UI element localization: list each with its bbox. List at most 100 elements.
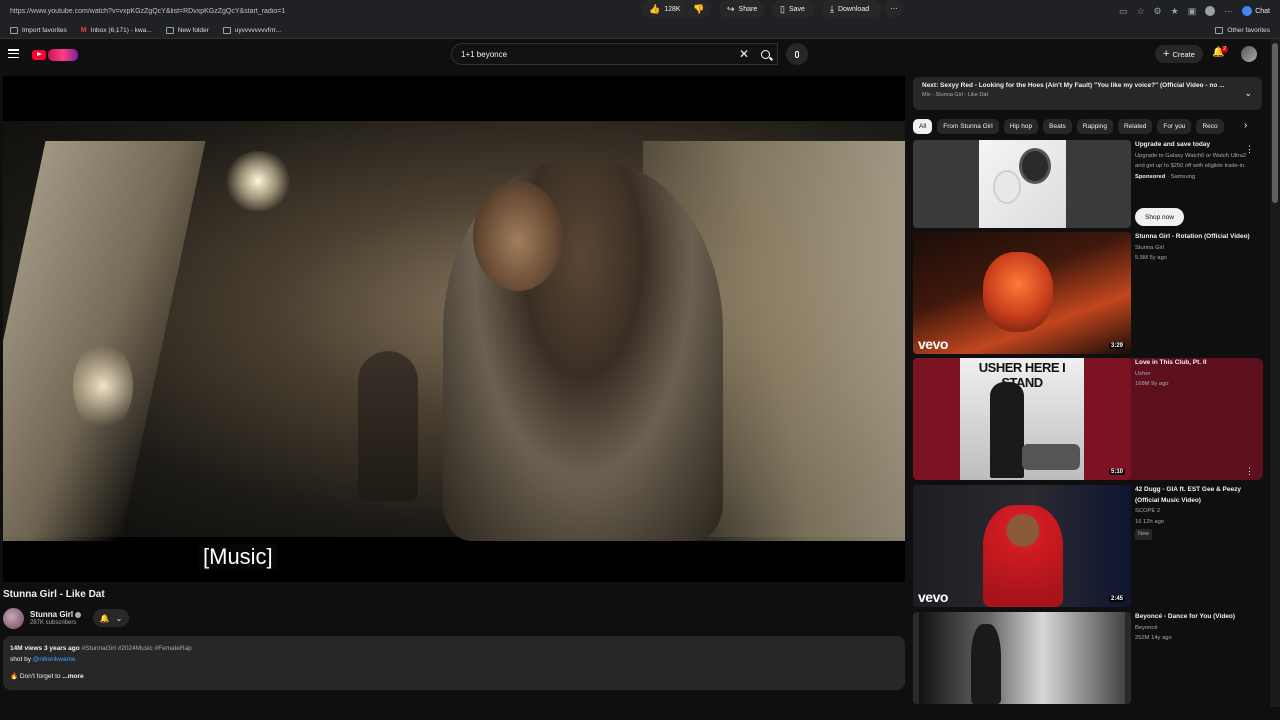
chat-button[interactable]: Chat: [1242, 6, 1270, 16]
reader-icon[interactable]: ▭: [1119, 6, 1128, 17]
menu-icon[interactable]: [8, 49, 19, 58]
search-value: 1+1 beyonce: [461, 49, 508, 59]
masthead: 1+1 beyonce ✕ + Create 🔔 2: [0, 39, 1268, 71]
channel-name[interactable]: SCOPE 2: [1135, 506, 1255, 517]
video-player[interactable]: [Music]: [3, 76, 905, 582]
chip-hip-hop[interactable]: Hip hop: [1003, 119, 1039, 134]
bookmark-import-favorites[interactable]: Import favorites: [10, 26, 67, 34]
chevron-down-icon[interactable]: ⌄: [1244, 88, 1252, 99]
video-title: Stunna Girl - Like Dat: [3, 589, 105, 600]
chip-related[interactable]: Related: [1117, 119, 1153, 134]
browser-extensions: ▭ ☆ ⚙ ★ ▣ ⋯ Chat: [1119, 6, 1270, 17]
chip-rapping[interactable]: Rapping: [1076, 119, 1113, 134]
more-icon: ⋯: [890, 6, 898, 13]
thumbs-down-icon: 👎: [693, 3, 705, 14]
chip-recent[interactable]: Reco: [1196, 119, 1224, 134]
video-thumbnail[interactable]: vevo 2:45: [913, 485, 1131, 607]
recommendation-item[interactable]: vevo 2:45 42 Dugg - GIA ft. EST Gee & Pe…: [913, 485, 1263, 607]
chip-all[interactable]: All: [913, 119, 933, 134]
duration-badge: 3:29: [1108, 343, 1125, 349]
save-button[interactable]: ▯ Save: [772, 0, 815, 18]
channel-owner: Stunna Girl 287K subscribers: [3, 607, 82, 629]
video-thumbnail[interactable]: USHER HERE I STAND 5:10: [913, 358, 1131, 480]
page-scrollbar[interactable]: [1270, 39, 1280, 707]
dislike-button[interactable]: 👎: [687, 0, 711, 18]
more-vert-icon[interactable]: ⋮: [1245, 144, 1254, 155]
video-title-link[interactable]: 42 Dugg - GIA ft. EST Gee & Peezy (Offic…: [1135, 485, 1255, 506]
chip-beats[interactable]: Beats: [1043, 119, 1072, 134]
video-meta: 168M 9y ago: [1135, 381, 1169, 387]
ad-title[interactable]: Upgrade and save today: [1135, 140, 1255, 151]
other-favorites[interactable]: Other favorites: [1215, 26, 1270, 34]
up-next-subtitle: Mix - Stunna Girl - Like Dat: [922, 92, 989, 98]
video-title-link[interactable]: Stunna Girl - Rotation (Official Video): [1135, 232, 1255, 243]
extension-icon[interactable]: ⚙: [1154, 6, 1162, 17]
chip-for-you[interactable]: For you: [1157, 119, 1192, 134]
recommendation-item[interactable]: USHER HERE I STAND 5:10 Love in This Clu…: [913, 358, 1263, 480]
more-actions-button[interactable]: ⋯: [885, 0, 903, 18]
profile-icon[interactable]: [1205, 6, 1216, 16]
channel-name[interactable]: Stunna Girl: [30, 610, 73, 619]
share-button[interactable]: ↪ Share: [719, 0, 764, 18]
download-button[interactable]: ⤓ Download: [822, 0, 881, 18]
channel-avatar[interactable]: [3, 607, 24, 629]
folder-icon: [165, 26, 174, 34]
chevron-right-icon[interactable]: ›: [1244, 120, 1247, 131]
shop-now-button[interactable]: Shop now: [1135, 208, 1184, 226]
like-button[interactable]: 👍 128K: [641, 0, 686, 18]
playlist-up-next[interactable]: Next: Sexyy Red - Looking for the Hoes (…: [913, 77, 1262, 110]
scene-light: [223, 151, 293, 211]
scene-head: [473, 181, 563, 291]
show-more-link[interactable]: ...more: [62, 673, 83, 680]
chip-from-channel[interactable]: From Stunna Girl: [937, 119, 999, 134]
video-thumbnail[interactable]: vevo 3:29: [913, 232, 1131, 354]
credit-prefix: shot by: [10, 656, 33, 663]
url-field[interactable]: https://www.youtube.com/watch?v=vxpKGzZg…: [10, 8, 1119, 15]
video-thumbnail[interactable]: [913, 612, 1131, 704]
bookmark-new-folder[interactable]: New folder: [165, 26, 209, 34]
youtube-play-icon: [32, 49, 46, 60]
more-vert-icon[interactable]: ⋮: [1245, 466, 1254, 477]
favorites-icon[interactable]: ★: [1171, 6, 1179, 17]
create-button[interactable]: + Create: [1155, 45, 1203, 63]
channel-name-row[interactable]: Stunna Girl: [30, 610, 82, 619]
filter-chips: All From Stunna Girl Hip hop Beats Rappi…: [913, 119, 1263, 134]
voice-search-button[interactable]: [786, 43, 808, 65]
youtube-logo[interactable]: [32, 48, 80, 61]
collections-icon[interactable]: ▣: [1188, 6, 1197, 17]
scrollbar-thumb[interactable]: [1272, 43, 1278, 203]
scene-background-figure: [358, 351, 418, 501]
download-label: Download: [837, 5, 870, 13]
plus-icon: +: [1163, 48, 1170, 60]
credit-link[interactable]: @nikonkwame: [33, 656, 76, 663]
menu-dots-icon[interactable]: ⋯: [1224, 6, 1233, 17]
bookmark-misc[interactable]: uyvvvvvvvvfrrr...: [222, 26, 281, 34]
share-icon: ↪: [727, 3, 735, 14]
recommendation-item[interactable]: vevo 3:29 Stunna Girl - Rotation (Offici…: [913, 232, 1263, 354]
up-next-title: Next: Sexyy Red - Looking for the Hoes (…: [922, 82, 1225, 89]
ad-thumbnail[interactable]: [913, 140, 1131, 228]
channel-name[interactable]: Usher: [1135, 369, 1255, 380]
album-cover-text: USHER HERE I STAND: [978, 360, 1066, 390]
description-box[interactable]: 14M views 3 years ago #StunnaGirl #2024M…: [3, 636, 905, 690]
ad-card[interactable]: Upgrade and save today Upgrade to Galaxy…: [913, 140, 1263, 228]
doodle-logo: [48, 48, 78, 61]
star-icon[interactable]: ☆: [1136, 6, 1144, 17]
clear-search-icon[interactable]: ✕: [739, 47, 749, 61]
video-meta: 16 12h ago: [1135, 518, 1165, 525]
channel-name[interactable]: Stunna Girl: [1135, 243, 1255, 254]
search-button[interactable]: [753, 43, 777, 65]
search-input[interactable]: 1+1 beyonce ✕: [451, 43, 778, 65]
recommendation-info: Beyoncé - Dance for You (Video) Beyoncé …: [1135, 612, 1255, 644]
ad-info: Upgrade and save today Upgrade to Galaxy…: [1135, 140, 1255, 182]
recommendation-item[interactable]: Beyoncé - Dance for You (Video) Beyoncé …: [913, 612, 1263, 704]
video-title-link[interactable]: Love in This Club, Pt. II: [1135, 358, 1255, 369]
channel-name[interactable]: Beyoncé: [1135, 623, 1255, 634]
thumbs-up-icon: 👍: [649, 3, 661, 14]
subscribe-notification-button[interactable]: 🔔 ⌄: [93, 609, 129, 627]
hashtags[interactable]: #StunnaGirl #2024Music #FemaleRap: [82, 645, 192, 652]
video-title-link[interactable]: Beyoncé - Dance for You (Video): [1135, 612, 1255, 623]
bookmark-inbox[interactable]: M Inbox (6,171) - kwa...: [81, 27, 152, 34]
vevo-logo: vevo: [918, 336, 948, 352]
account-avatar[interactable]: [1241, 46, 1257, 62]
